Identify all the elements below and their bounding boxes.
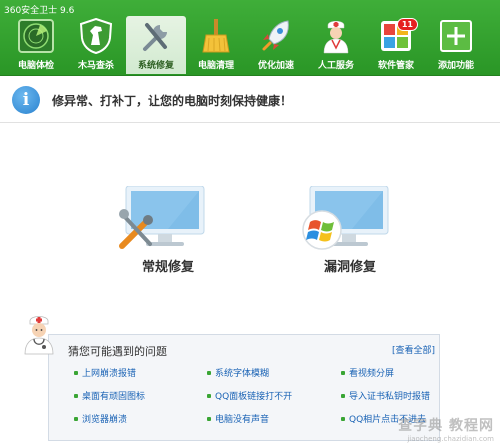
vulnerability-repair-label: 漏洞修复: [323, 260, 376, 275]
regular-repair-label: 常规修复: [141, 260, 194, 275]
problem-item[interactable]: 系统字体模糊: [207, 366, 341, 379]
toolbar-label: 电脑体检: [17, 61, 54, 71]
toolbar-item-system-repair[interactable]: 系统修复: [126, 16, 186, 74]
toolbar-label: 添加功能: [437, 61, 474, 71]
toolbar-item-trojan-scan[interactable]: 木马查杀: [66, 16, 126, 74]
rocket-icon: [256, 17, 296, 55]
problem-list: 上网崩溃报错 系统字体模糊 看视频分屏 桌面有顽固图标 QQ面板链接打不开 导入…: [74, 366, 434, 425]
problem-item[interactable]: 导入证书私钥时报错: [341, 389, 434, 402]
info-bar: i 修异常、打补丁，让您的电脑时刻保持健康！: [0, 77, 500, 123]
toolbar-label: 优化加速: [257, 61, 294, 71]
monitor-windows-icon: [300, 185, 400, 254]
watermark: 查字典 教程网 jiaocheng.chazidian.com: [398, 415, 494, 443]
broom-icon: [196, 17, 236, 55]
app-title: 360安全卫士 9.6: [4, 6, 75, 16]
view-all-link[interactable]: [查看全部]: [392, 343, 435, 356]
watermark-sub: jiaocheng.chazidian.com: [407, 435, 494, 443]
info-message: 修异常、打补丁，让您的电脑时刻保持健康！: [52, 94, 293, 108]
main-toolbar: 电脑体检 木马查杀 系统修复 电脑清理 优化加速 人工服务 11 软件管家 添加…: [6, 16, 500, 74]
regular-repair-button[interactable]: 常规修复: [118, 185, 218, 275]
wrench-icon: [136, 17, 176, 55]
bullet-icon: [74, 370, 78, 375]
toolbar-label: 人工服务: [317, 61, 354, 71]
plus-icon: [436, 17, 476, 55]
doctor-avatar-icon: [20, 313, 58, 355]
bullet-icon: [74, 416, 78, 421]
toolbar-item-add-feature[interactable]: 添加功能: [426, 16, 486, 74]
problem-item[interactable]: 桌面有顽固图标: [74, 389, 207, 402]
problem-item[interactable]: 电脑没有声音: [207, 412, 341, 425]
toolbar-item-optimize[interactable]: 优化加速: [246, 16, 306, 74]
bullet-icon: [207, 416, 211, 421]
toolbar-label: 系统修复: [137, 61, 174, 71]
bullet-icon: [207, 393, 211, 398]
vulnerability-repair-button[interactable]: 漏洞修复: [300, 185, 400, 275]
problem-item[interactable]: 看视频分屏: [341, 366, 434, 379]
toolbar-item-pc-checkup[interactable]: 电脑体检: [6, 16, 66, 74]
monitor-tools-icon: [118, 185, 218, 254]
toolbar-label: 软件管家: [377, 61, 414, 71]
horse-shield-icon: [76, 17, 116, 55]
toolbar-item-pc-cleanup[interactable]: 电脑清理: [186, 16, 246, 74]
radar-icon: [16, 17, 56, 55]
problem-item[interactable]: QQ面板链接打不开: [207, 389, 341, 402]
problem-item[interactable]: 上网崩溃报错: [74, 366, 207, 379]
toolbar-item-software-manager[interactable]: 11 软件管家: [366, 16, 426, 74]
top-header: 360安全卫士 9.6 电脑体检 木马查杀 系统修复 电脑清理 优化加速 人工服…: [0, 0, 500, 76]
bullet-icon: [341, 393, 345, 398]
toolbar-item-manual-service[interactable]: 人工服务: [306, 16, 366, 74]
update-count-badge: 11: [396, 18, 418, 31]
info-icon: i: [12, 86, 40, 114]
problem-item[interactable]: 浏览器崩溃: [74, 412, 207, 425]
panel-title: 猜您可能遇到的问题: [68, 345, 167, 358]
doctor-icon: [316, 17, 356, 55]
bullet-icon: [341, 370, 345, 375]
toolbar-label: 木马查杀: [77, 61, 114, 71]
toolbar-label: 电脑清理: [197, 61, 234, 71]
bullet-icon: [341, 416, 345, 421]
common-problems-panel: 猜您可能遇到的问题 [查看全部] 上网崩溃报错 系统字体模糊 看视频分屏 桌面有…: [48, 334, 440, 441]
bullet-icon: [207, 370, 211, 375]
bullet-icon: [74, 393, 78, 398]
watermark-main: 查字典 教程网: [398, 418, 494, 434]
